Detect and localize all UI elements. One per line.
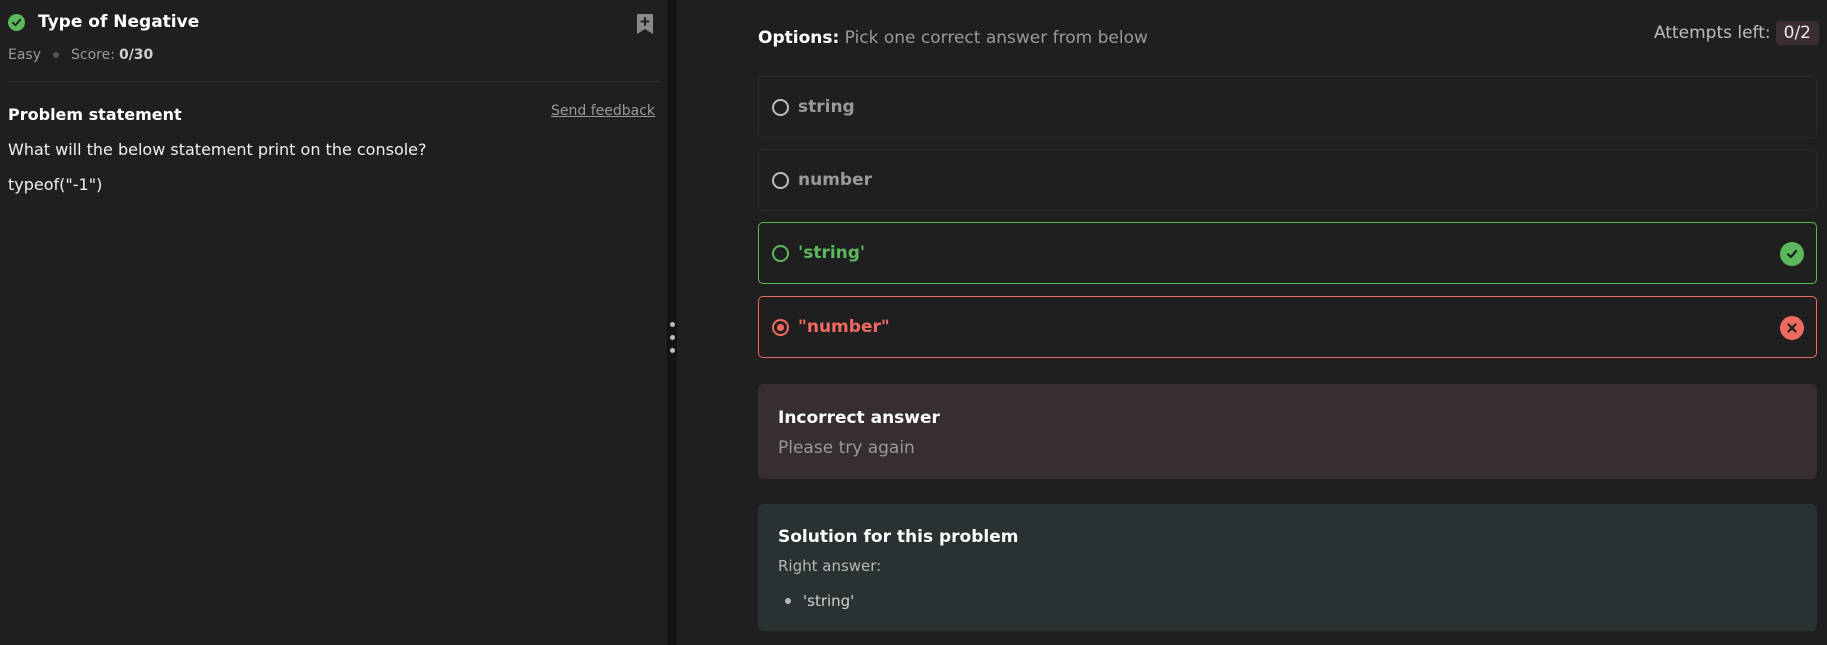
options-label-bold: Options: bbox=[758, 28, 840, 48]
problem-code: typeof("-1") bbox=[8, 175, 103, 194]
problem-panel: Type of Negative Easy Score: 0/30 Proble… bbox=[0, 0, 667, 645]
option-label: string bbox=[798, 97, 855, 117]
radio-button-selected[interactable] bbox=[772, 318, 789, 336]
panel-resize-handle[interactable] bbox=[667, 0, 677, 645]
option-3-correct[interactable]: 'string' bbox=[758, 222, 1817, 284]
send-feedback-link[interactable]: Send feedback bbox=[551, 103, 655, 119]
attempts-label: Attempts left: bbox=[1653, 23, 1771, 43]
solution-heading: Solution for this problem bbox=[778, 527, 1019, 547]
option-1[interactable]: string bbox=[758, 76, 1817, 138]
solution-panel: Solution for this problem Right answer: … bbox=[758, 504, 1817, 631]
meta-separator bbox=[53, 52, 60, 58]
handle-dot bbox=[670, 348, 675, 353]
difficulty-label: Easy bbox=[8, 47, 42, 63]
bookmark-add-icon[interactable] bbox=[635, 13, 655, 35]
wrong-x-icon bbox=[1780, 316, 1804, 340]
handle-dot bbox=[670, 335, 675, 340]
correct-check-icon bbox=[1780, 242, 1804, 266]
result-heading: Incorrect answer bbox=[778, 408, 940, 428]
answer-panel: Options: Pick one correct answer from be… bbox=[677, 0, 1827, 645]
problem-title-row: Type of Negative bbox=[8, 12, 199, 32]
option-label: "number" bbox=[798, 317, 890, 337]
bullet bbox=[785, 598, 791, 604]
attempts-left: Attempts left: 0/2 bbox=[1654, 21, 1819, 45]
right-answer-item: 'string' bbox=[785, 592, 854, 610]
problem-question: What will the below statement print on t… bbox=[8, 140, 427, 159]
options-label-text: Pick one correct answer from below bbox=[839, 28, 1148, 48]
divider bbox=[8, 81, 660, 82]
right-answer-text: 'string' bbox=[803, 592, 855, 610]
handle-dot bbox=[670, 322, 675, 327]
solved-check-icon bbox=[8, 13, 25, 31]
radio-button[interactable] bbox=[772, 98, 789, 116]
right-answer-label: Right answer: bbox=[778, 557, 882, 575]
radio-button[interactable] bbox=[772, 171, 789, 189]
problem-statement-heading: Problem statement bbox=[8, 105, 182, 124]
result-message: Incorrect answer Please try again bbox=[758, 384, 1817, 479]
attempts-badge: 0/2 bbox=[1775, 21, 1819, 45]
score-label: Score: bbox=[71, 47, 115, 63]
result-subtext: Please try again bbox=[778, 438, 915, 458]
problem-title: Type of Negative bbox=[38, 12, 200, 32]
score-value: 0/30 bbox=[118, 47, 154, 63]
option-label: number bbox=[798, 170, 873, 190]
option-4-selected-wrong[interactable]: "number" bbox=[758, 296, 1817, 358]
options-instruction: Options: Pick one correct answer from be… bbox=[758, 28, 1148, 48]
radio-button[interactable] bbox=[772, 244, 789, 262]
option-2[interactable]: number bbox=[758, 149, 1817, 211]
problem-meta: Easy Score: 0/30 bbox=[8, 47, 153, 63]
option-label: 'string' bbox=[798, 243, 866, 263]
